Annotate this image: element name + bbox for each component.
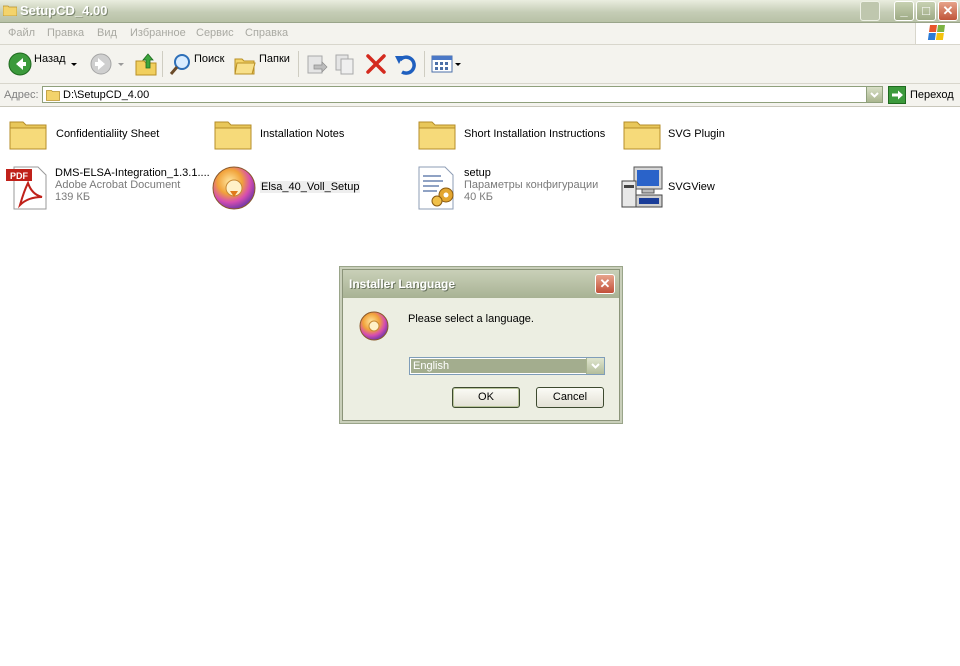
- windows-logo-icon: [915, 23, 960, 44]
- undo-icon[interactable]: [393, 51, 417, 77]
- file-size: 40 КБ: [464, 191, 493, 203]
- menu-view[interactable]: Вид: [97, 27, 117, 39]
- dialog-title: Installer Language: [349, 277, 456, 291]
- dialog-message: Please select a language.: [408, 313, 534, 325]
- copy-to-icon[interactable]: [333, 51, 357, 77]
- back-dropdown-icon[interactable]: [70, 51, 78, 77]
- pdf-document-icon: PDF: [6, 166, 47, 210]
- delete-icon[interactable]: [364, 51, 388, 77]
- file-item-pdf[interactable]: PDF DMS-ELSA-Integration_1.3.1.... Adobe…: [6, 165, 211, 211]
- installer-language-dialog: Installer Language ✕ Please select a lan…: [342, 269, 620, 421]
- folder-icon: [46, 90, 60, 101]
- menu-tools[interactable]: Сервис: [196, 27, 234, 39]
- file-name: Short Installation Instructions: [464, 128, 606, 140]
- folder-icon: [623, 121, 661, 150]
- folder-icon: [3, 5, 17, 16]
- menu-file[interactable]: Файл: [8, 27, 35, 39]
- file-item-config[interactable]: setup Параметры конфигурации 40 КБ: [415, 165, 615, 211]
- window-title: SetupCD_4.00: [20, 3, 108, 18]
- close-icon: ✕: [599, 276, 611, 291]
- go-arrow-icon[interactable]: [888, 86, 906, 104]
- file-item-folder[interactable]: SVG Plugin: [622, 116, 822, 156]
- file-name: SVGView: [668, 181, 715, 193]
- folders-icon[interactable]: [233, 51, 257, 77]
- address-dropdown-button[interactable]: [866, 86, 883, 103]
- language-select-value: English: [411, 359, 586, 373]
- maximize-button[interactable]: □: [916, 1, 936, 21]
- language-select[interactable]: English: [409, 357, 605, 375]
- folder-icon: [214, 121, 252, 150]
- up-folder-icon[interactable]: [134, 51, 158, 77]
- menu-favorites[interactable]: Избранное: [130, 27, 186, 39]
- menu-help[interactable]: Справка: [245, 27, 288, 39]
- views-icon[interactable]: [430, 51, 462, 77]
- file-name: Installation Notes: [260, 128, 345, 140]
- file-name: Elsa_40_Voll_Setup: [260, 181, 361, 193]
- chevron-down-icon: [591, 363, 600, 369]
- dialog-close-button[interactable]: ✕: [595, 274, 615, 294]
- back-arrow-icon[interactable]: [8, 51, 32, 77]
- file-name: Confidentialiity Sheet: [56, 128, 160, 140]
- go-button-label[interactable]: Переход: [910, 89, 954, 101]
- back-button-label[interactable]: Назад: [34, 53, 66, 65]
- file-item-folder[interactable]: Installation Notes: [213, 116, 413, 156]
- language-dropdown-button[interactable]: [586, 358, 604, 374]
- minimize-button[interactable]: _: [894, 1, 914, 21]
- close-button[interactable]: ✕: [938, 1, 958, 21]
- svg-text:PDF: PDF: [10, 171, 29, 181]
- file-item-installer[interactable]: Elsa_40_Voll_Setup: [211, 165, 411, 211]
- forward-dropdown-icon[interactable]: [117, 51, 125, 77]
- ok-button[interactable]: OK: [452, 387, 520, 408]
- folder-icon: [9, 121, 47, 150]
- file-item-application[interactable]: SVGView: [620, 165, 820, 211]
- file-name: DMS-ELSA-Integration_1.3.1....: [55, 167, 210, 179]
- installer-disc-icon: [359, 311, 389, 341]
- file-name: SVG Plugin: [668, 128, 725, 140]
- address-label: Адрес:: [4, 89, 39, 101]
- folder-icon: [418, 121, 456, 150]
- address-value: D:\SetupCD_4.00: [63, 89, 150, 101]
- menu-edit[interactable]: Правка: [47, 27, 84, 39]
- computer-setup-icon: [621, 166, 663, 208]
- address-bar: Адрес: D:\SetupCD_4.00 Переход: [0, 84, 960, 107]
- window-titlebar[interactable]: SetupCD_4.00 _ □ ✕: [0, 0, 960, 23]
- menubar: Файл Правка Вид Избранное Сервис Справка: [0, 23, 960, 45]
- file-item-folder[interactable]: Short Installation Instructions: [417, 116, 617, 156]
- folders-button-label[interactable]: Папки: [259, 53, 290, 65]
- forward-arrow-icon[interactable]: [89, 51, 113, 77]
- address-input[interactable]: D:\SetupCD_4.00: [42, 86, 883, 103]
- file-type: Параметры конфигурации: [464, 179, 599, 191]
- toolbar-separator: [298, 51, 299, 77]
- toolbar-separator: [424, 51, 425, 77]
- toolbar: Назад Поиск Папки: [0, 45, 960, 84]
- search-button-label[interactable]: Поиск: [194, 53, 224, 65]
- toolbar-separator: [162, 51, 163, 77]
- config-file-icon: [418, 166, 454, 210]
- chevron-down-icon: [870, 92, 879, 98]
- move-to-icon[interactable]: [304, 51, 328, 77]
- file-size: 139 КБ: [55, 191, 91, 203]
- dialog-titlebar[interactable]: Installer Language ✕: [343, 270, 619, 298]
- file-name: setup: [464, 167, 491, 179]
- installer-disc-icon: [212, 166, 256, 210]
- file-type: Adobe Acrobat Document: [55, 179, 181, 191]
- cancel-button[interactable]: Cancel: [536, 387, 604, 408]
- file-item-folder[interactable]: Confidentialiity Sheet: [8, 116, 208, 156]
- titlebar-blank: [860, 1, 880, 21]
- search-icon[interactable]: [168, 51, 192, 77]
